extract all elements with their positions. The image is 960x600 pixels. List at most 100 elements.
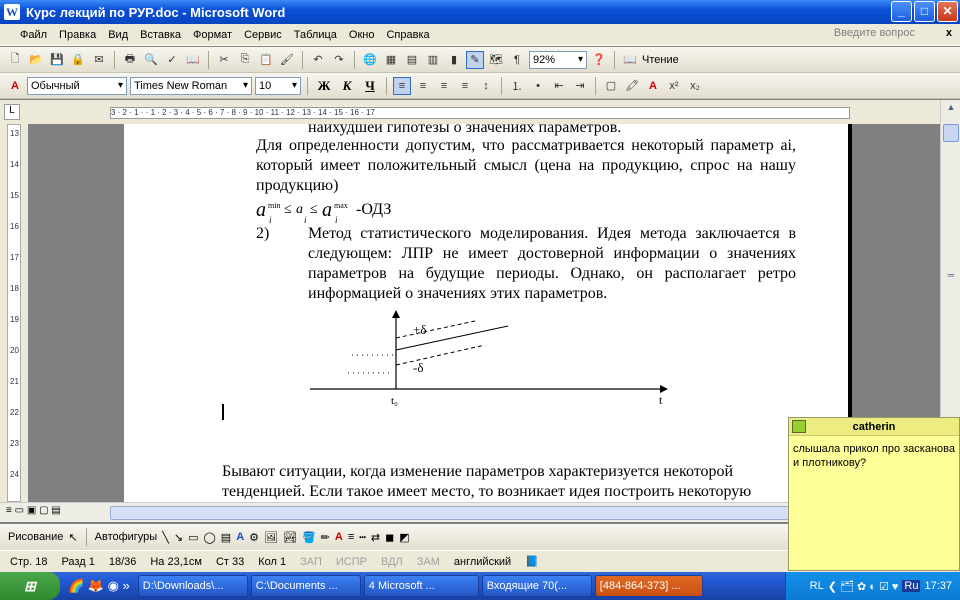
arrow-style-icon[interactable]: ⇄ [371,531,380,544]
style-select[interactable]: Обычный [27,76,127,95]
oval-icon[interactable]: ◯ [203,531,215,544]
quicklaunch-icons[interactable]: 🌈 🦊 ◉ » [68,578,130,594]
draw-font-color-icon[interactable]: A [335,531,343,543]
permission-icon[interactable]: 🔒 [69,51,87,69]
tab-selector-icon[interactable]: L [4,104,20,120]
chat-notification[interactable]: catherin слышала прикол про засканова и … [788,417,960,571]
maximize-button[interactable]: □ [914,1,935,22]
document-map-icon[interactable]: 🗺 [487,51,505,69]
start-button[interactable]: ⊞ [0,572,60,600]
justify-icon[interactable]: ≡ [456,77,474,95]
tables-borders-icon[interactable]: ▦ [382,51,400,69]
menu-table[interactable]: Таблица [288,29,343,41]
print-icon[interactable]: 🖶 [121,51,139,69]
textbox-icon[interactable]: ▤ [221,531,231,544]
align-center-icon[interactable]: ≡ [414,77,432,95]
scroll-thumb[interactable] [943,124,959,142]
lang-indicator[interactable]: RL [810,580,824,592]
task-documents[interactable]: C:\Documents ... [250,575,361,597]
rectangle-icon[interactable]: ▭ [188,531,198,544]
open-icon[interactable]: 📂 [27,51,45,69]
fill-color-icon[interactable]: 🪣 [302,531,316,544]
new-doc-icon[interactable]: 🗋 [6,51,24,69]
borders-icon[interactable]: ▢ [602,77,620,95]
task-chat[interactable]: [484-864-373] ... [594,575,703,597]
columns-icon[interactable]: ▮ [445,51,463,69]
bold-button[interactable]: Ж [314,76,334,96]
menu-insert[interactable]: Вставка [134,29,187,41]
menu-tools[interactable]: Сервис [238,29,288,41]
3d-icon[interactable]: ◩ [399,531,409,544]
dash-style-icon[interactable]: ┅ [359,531,366,544]
status-overtype[interactable]: ЗАМ [417,556,440,568]
font-size-select[interactable]: 10 [255,76,301,95]
wordart-icon[interactable]: A [236,531,244,543]
menu-edit[interactable]: Правка [53,29,102,41]
view-buttons-icon[interactable]: ≡ ▭ ▣ ▢ ▤ [6,505,61,516]
font-color-icon[interactable]: A [644,77,662,95]
font-select[interactable]: Times New Roman [130,76,252,95]
line-spacing-icon[interactable]: ↕ [477,77,495,95]
italic-button[interactable]: К [337,76,357,96]
line-style-icon[interactable]: ≡ [348,531,354,543]
hscroll-thumb[interactable] [110,506,810,520]
menu-format[interactable]: Формат [187,29,238,41]
menu-help[interactable]: Справка [380,29,435,41]
spelling-icon[interactable]: ✓ [163,51,181,69]
highlight-icon[interactable]: 🖍 [623,77,641,95]
clipart-icon[interactable]: 🖼 [264,531,278,544]
spell-status-icon[interactable]: 📘 [525,555,539,568]
status-track[interactable]: ИСПР [336,556,367,568]
superscript-icon[interactable]: x² [665,77,683,95]
menu-file[interactable]: Файл [14,29,53,41]
picture-icon[interactable]: 🏞 [283,531,297,544]
help-icon[interactable]: ❓ [590,51,608,69]
save-icon[interactable]: 💾 [48,51,66,69]
document-page[interactable]: наихудшей гипотезы о значениях параметро… [124,124,848,502]
styles-pane-icon[interactable]: A [6,77,24,95]
menu-view[interactable]: Вид [102,29,134,41]
doc-close-icon[interactable]: x [946,27,952,39]
ask-question-input[interactable]: Введите вопрос [834,27,915,39]
show-hide-icon[interactable]: ¶ [508,51,526,69]
close-button[interactable]: ✕ [937,1,958,22]
tray-icons[interactable]: ❮ 🗂 ✿ ◐ ☑ ♥ [828,580,899,593]
arrow-icon[interactable]: ↘ [174,531,183,544]
insert-table-icon[interactable]: ▤ [403,51,421,69]
print-preview-icon[interactable]: 🔍 [142,51,160,69]
redo-icon[interactable]: ↷ [330,51,348,69]
minimize-button[interactable]: _ [891,1,912,22]
increase-indent-icon[interactable]: ⇥ [571,77,589,95]
task-downloads[interactable]: D:\Downloads\... [137,575,248,597]
cut-icon[interactable]: ✂ [215,51,233,69]
status-extend[interactable]: ВДЛ [381,556,403,568]
task-word[interactable]: 4 Microsoft ... [363,575,479,597]
task-inbox[interactable]: Входящие 70(... [481,575,592,597]
tray-lang-ru[interactable]: Ru [902,580,921,592]
horizontal-ruler[interactable]: L 3 · 2 · 1 · · 1 · 2 · 3 · 4 · 5 · 6 · … [0,100,960,124]
email-icon[interactable]: ✉ [90,51,108,69]
status-record[interactable]: ЗАП [300,556,322,568]
read-icon[interactable]: 📖 [621,51,639,69]
subscript-icon[interactable]: x₂ [686,77,704,95]
line-icon[interactable]: ╲ [162,531,169,544]
align-right-icon[interactable]: ≡ [435,77,453,95]
underline-button[interactable]: Ч [360,76,380,96]
diagram-icon[interactable]: ⚙ [249,531,259,544]
hyperlink-icon[interactable]: 🌐 [361,51,379,69]
decrease-indent-icon[interactable]: ⇤ [550,77,568,95]
draw-menu-button[interactable]: Рисование [8,531,63,543]
undo-icon[interactable]: ↶ [309,51,327,69]
menu-window[interactable]: Окно [343,29,381,41]
select-objects-icon[interactable]: ↖ [68,531,77,544]
vertical-ruler[interactable]: 13 14 15 16 17 18 19 20 21 22 23 24 [0,124,28,502]
line-color-icon[interactable]: ✏ [321,531,330,544]
copy-icon[interactable]: ⎘ [236,51,254,69]
format-painter-icon[interactable]: 🖌 [278,51,296,69]
autoshapes-button[interactable]: Автофигуры [95,531,158,543]
research-icon[interactable]: 📖 [184,51,202,69]
zoom-select[interactable]: 92% [529,50,587,69]
insert-excel-icon[interactable]: ▥ [424,51,442,69]
numbering-icon[interactable]: ⒈ [508,77,526,95]
drawing-icon[interactable]: ✎ [466,50,484,69]
